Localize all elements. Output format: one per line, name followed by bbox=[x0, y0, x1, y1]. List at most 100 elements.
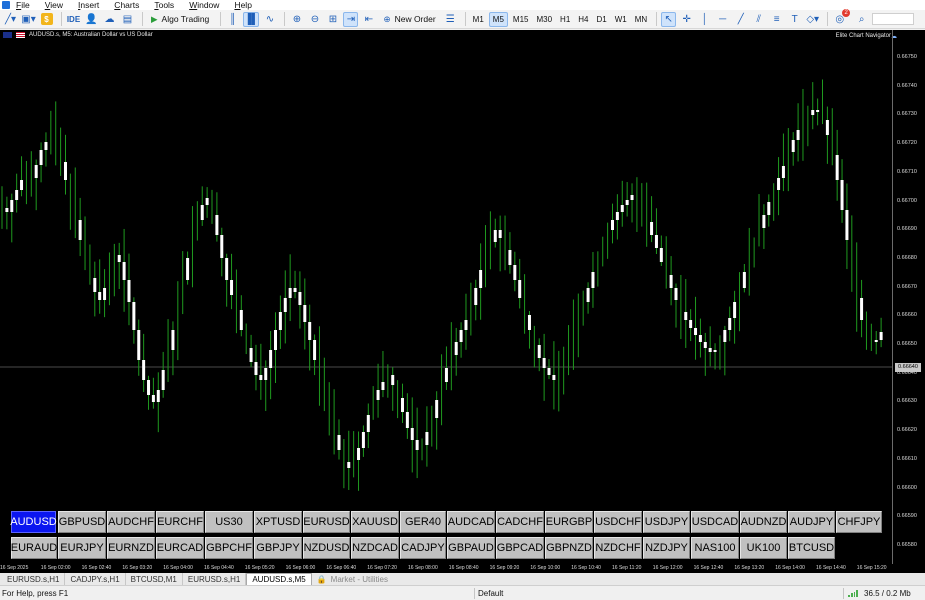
symbol-button-ger40[interactable]: GER40 bbox=[400, 511, 446, 533]
timeframe-m1[interactable]: M1 bbox=[470, 12, 487, 27]
timeframe-m15[interactable]: M15 bbox=[510, 12, 532, 27]
symbol-button-eurcad[interactable]: EURCAD bbox=[156, 537, 204, 559]
symbol-button-gbpchf[interactable]: GBPCHF bbox=[205, 537, 253, 559]
symbol-button-eurjpy[interactable]: EURJPY bbox=[58, 537, 106, 559]
channel-icon[interactable]: ⫽ bbox=[751, 12, 766, 27]
symbol-button-us30[interactable]: US30 bbox=[205, 511, 253, 533]
symbol-button-audusd[interactable]: AUDUSD bbox=[10, 511, 57, 533]
symbol-button-gbpaud[interactable]: GBPAUD bbox=[447, 537, 495, 559]
candle-body bbox=[591, 272, 595, 288]
fibonacci-icon[interactable]: ≡ bbox=[769, 12, 784, 27]
price-level-label: 0.66700 bbox=[897, 197, 917, 204]
symbol-button-usdcad[interactable]: USDCAD bbox=[691, 511, 739, 533]
symbol-button-nzdjpy[interactable]: NZDJPY bbox=[643, 537, 690, 559]
candle-body bbox=[278, 312, 282, 330]
symbol-button-nzdusd[interactable]: NZDUSD bbox=[303, 537, 350, 559]
ide-button[interactable]: IDE bbox=[66, 12, 81, 27]
zoom-in-icon[interactable]: ⊕ bbox=[289, 12, 304, 27]
line-chart-icon[interactable]: ∿ bbox=[262, 12, 277, 27]
menu-view[interactable]: View bbox=[45, 0, 63, 10]
new-order-button[interactable]: ⊕ New Order bbox=[379, 12, 439, 27]
symbol-button-usdchf[interactable]: USDCHF bbox=[594, 511, 642, 533]
symbol-button-audcad[interactable]: AUDCAD bbox=[447, 511, 495, 533]
candle-body bbox=[464, 320, 468, 330]
tab-audusd-m5[interactable]: AUDUSD.s,M5 bbox=[246, 573, 312, 585]
symbol-button-gbpusd[interactable]: GBPUSD bbox=[58, 511, 106, 533]
symbol-button-nzdchf[interactable]: NZDCHF bbox=[594, 537, 642, 559]
symbol-button-cadjpy[interactable]: CADJPY bbox=[400, 537, 446, 559]
symbol-button-usdjpy[interactable]: USDJPY bbox=[643, 511, 690, 533]
menu-help[interactable]: Help bbox=[234, 0, 251, 10]
trendline-icon[interactable]: ╱ bbox=[733, 12, 748, 27]
tab-eurusd-h1-2[interactable]: EURUSD.s,H1 bbox=[183, 573, 247, 585]
signals-icon[interactable]: ▤ bbox=[120, 12, 135, 27]
autoscroll-icon[interactable]: ⇥ bbox=[343, 11, 359, 27]
symbol-button-eurnzd[interactable]: EURNZD bbox=[107, 537, 155, 559]
algo-trading-button[interactable]: ▶ Algo Trading bbox=[147, 12, 213, 27]
timeframe-w1[interactable]: W1 bbox=[612, 12, 630, 27]
symbol-button-nzdcad[interactable]: NZDCAD bbox=[351, 537, 399, 559]
price-level-label: 0.66710 bbox=[897, 168, 917, 175]
menu-charts[interactable]: Charts bbox=[114, 0, 139, 10]
symbol-button-gbpnzd[interactable]: GBPNZD bbox=[545, 537, 593, 559]
symbol-button-nas100[interactable]: NAS100 bbox=[691, 537, 739, 559]
menu-tools[interactable]: Tools bbox=[154, 0, 174, 10]
bar-chart-icon[interactable]: ║ bbox=[225, 12, 240, 27]
chart-shift-icon[interactable]: ⇤ bbox=[361, 12, 376, 27]
candlestick-icon[interactable]: ▐▌ bbox=[243, 11, 260, 27]
symbol-button-audchf[interactable]: AUDCHF bbox=[107, 511, 155, 533]
price-chart[interactable]: AUDUSD.s, M5: Australian Dollar vs US Do… bbox=[0, 30, 925, 564]
candle-body bbox=[274, 330, 278, 350]
time-label: 16 Sep 10:00 bbox=[530, 565, 561, 571]
symbol-button-btcusd[interactable]: BTCUSD bbox=[788, 537, 835, 559]
timeframe-m5[interactable]: M5 bbox=[488, 11, 508, 27]
vertical-line-icon[interactable]: │ bbox=[697, 12, 712, 27]
symbol-button-uk100[interactable]: UK100 bbox=[740, 537, 787, 559]
crosshair-icon[interactable]: ✛ bbox=[679, 12, 694, 27]
symbol-button-eurgbp[interactable]: EURGBP bbox=[545, 511, 593, 533]
symbol-button-eurusd[interactable]: EURUSD bbox=[303, 511, 350, 533]
tab-market-utilities[interactable]: 🔒 Market - Utilities bbox=[312, 573, 393, 585]
zoom-out-icon[interactable]: ⊖ bbox=[307, 12, 322, 27]
shapes-icon[interactable]: ◇▾ bbox=[805, 12, 820, 27]
tile-windows-icon[interactable]: ⊞ bbox=[325, 12, 340, 27]
symbol-button-gbpjpy[interactable]: GBPJPY bbox=[254, 537, 302, 559]
symbol-button-chfjpy[interactable]: CHFJPY bbox=[836, 511, 882, 533]
chart-type-icon[interactable]: ╱▾ bbox=[3, 12, 18, 27]
symbol-button-xptusd[interactable]: XPTUSD bbox=[254, 511, 302, 533]
menu-insert[interactable]: Insert bbox=[78, 0, 99, 10]
price-axis[interactable]: 0.66750 0.66740 0.66730 0.66720 0.66710 0.667… bbox=[892, 30, 925, 564]
symbol-button-xauusd[interactable]: XAUUSD bbox=[351, 511, 399, 533]
candle-body bbox=[493, 230, 497, 242]
tab-eurusd-h1[interactable]: EURUSD.s,H1 bbox=[2, 573, 66, 585]
profiles-icon[interactable]: 👤 bbox=[84, 12, 99, 27]
tab-btcusd-m1[interactable]: BTCUSD,M1 bbox=[126, 573, 183, 585]
search-input[interactable] bbox=[872, 13, 915, 25]
text-label-icon[interactable]: T bbox=[787, 12, 802, 27]
timeframe-mn[interactable]: MN bbox=[632, 12, 650, 27]
notifications-icon[interactable]: ◎ 2 bbox=[832, 8, 851, 27]
symbol-button-cadchf[interactable]: CADCHF bbox=[496, 511, 544, 533]
horizontal-line-icon[interactable]: ─ bbox=[715, 12, 730, 27]
symbol-button-euraud[interactable]: EURAUD bbox=[11, 537, 57, 559]
timeframe-h1[interactable]: H1 bbox=[557, 12, 573, 27]
cloud-icon[interactable]: ☁ bbox=[102, 12, 117, 27]
market-icon[interactable]: $ bbox=[39, 12, 54, 27]
depth-of-market-icon[interactable]: ☰ bbox=[443, 12, 458, 27]
symbol-button-eurchf[interactable]: EURCHF bbox=[156, 511, 204, 533]
search-icon[interactable]: ⌕ bbox=[854, 12, 869, 27]
tab-cadjpy-h1[interactable]: CADJPY.s,H1 bbox=[65, 573, 126, 585]
symbol-description: AUDUSD.s, M5: Australian Dollar vs US Do… bbox=[29, 32, 153, 38]
candle-body bbox=[444, 368, 448, 382]
timeframe-d1[interactable]: D1 bbox=[594, 12, 610, 27]
symbol-button-audnzd[interactable]: AUDNZD bbox=[740, 511, 787, 533]
status-profile[interactable]: Default bbox=[478, 589, 503, 598]
timeframe-h4[interactable]: H4 bbox=[575, 12, 591, 27]
symbol-button-audjpy[interactable]: AUDJPY bbox=[788, 511, 835, 533]
timeframe-m30[interactable]: M30 bbox=[533, 12, 555, 27]
new-chart-icon[interactable]: ▣▾ bbox=[21, 12, 36, 27]
menu-file[interactable]: File bbox=[16, 0, 30, 10]
cursor-icon[interactable]: ↖ bbox=[661, 11, 677, 27]
menu-window[interactable]: Window bbox=[189, 0, 219, 10]
symbol-button-gbpcad[interactable]: GBPCAD bbox=[496, 537, 544, 559]
